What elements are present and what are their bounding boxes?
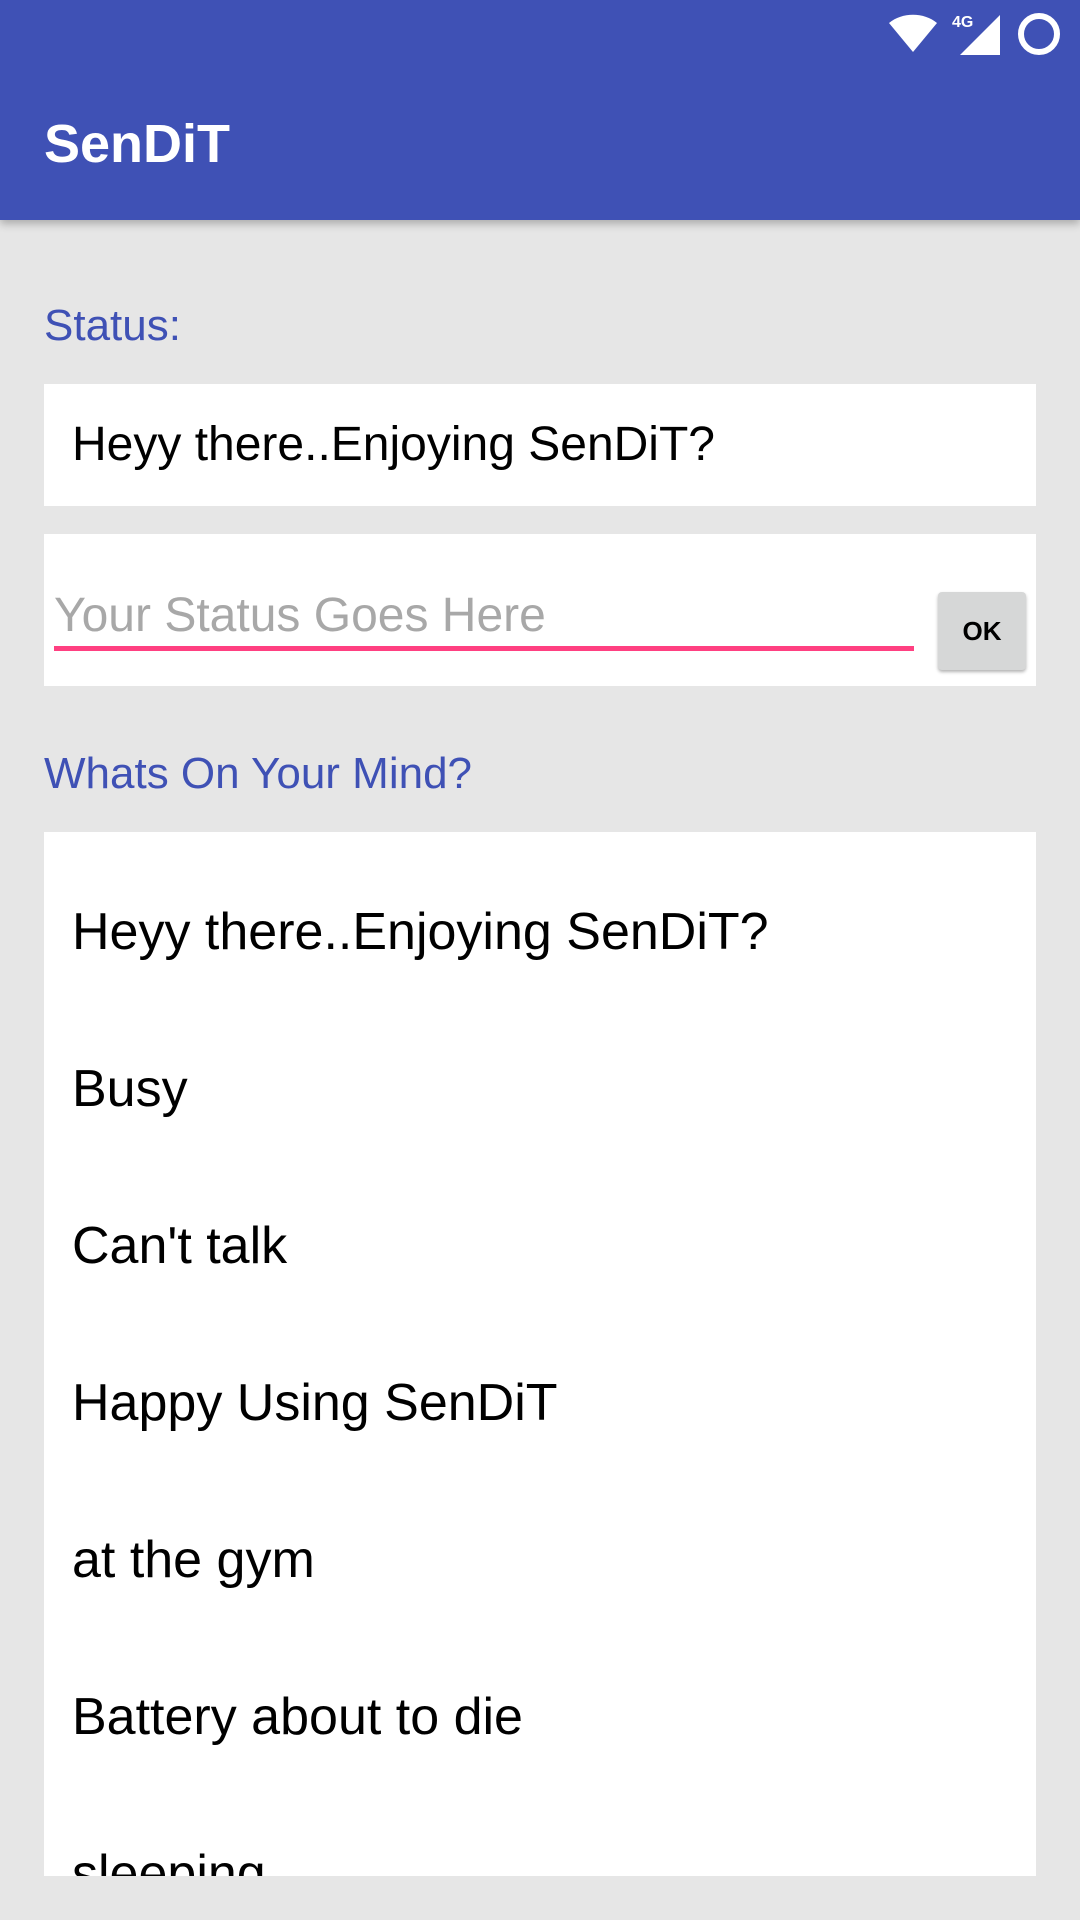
list-item-label: Heyy there..Enjoying SenDiT? [72, 903, 769, 961]
status-input[interactable] [54, 584, 914, 651]
list-item[interactable]: Busy [44, 1011, 1036, 1168]
wifi-icon [889, 14, 937, 52]
battery-icon [1018, 13, 1060, 55]
list-item-label: sleeping [72, 1845, 266, 1876]
list-item-label: Busy [72, 1060, 188, 1118]
status-bar: 4G [0, 0, 1080, 66]
list-item-label: at the gym [72, 1531, 315, 1589]
list-item[interactable]: Can't talk [44, 1168, 1036, 1325]
list-item[interactable]: sleeping [44, 1796, 1036, 1876]
ok-button[interactable]: OK [938, 592, 1026, 670]
mind-label: Whats On Your Mind? [44, 749, 473, 798]
list-item-label: Happy Using SenDiT [72, 1374, 558, 1432]
status-edit-card: OK [44, 534, 1036, 686]
list-item[interactable]: Heyy there..Enjoying SenDiT? [44, 854, 1036, 1011]
list-item[interactable]: at the gym [44, 1482, 1036, 1639]
list-item-label: Battery about to die [72, 1688, 523, 1746]
list-item[interactable]: Battery about to die [44, 1639, 1036, 1796]
cellular-4g-icon: 4G [952, 14, 1000, 55]
network-type-label: 4G [952, 14, 973, 31]
app-title: SenDiT [44, 114, 231, 174]
current-status-card: Heyy there..Enjoying SenDiT? [44, 384, 1036, 506]
status-suggestion-list: Heyy there..Enjoying SenDiT? Busy Can't … [44, 832, 1036, 1876]
status-bar-icons: 4G [888, 10, 1062, 58]
list-item-label: Can't talk [72, 1217, 288, 1275]
status-label: Status: [44, 301, 181, 350]
app-bar: 4G SenDiT [0, 0, 1080, 220]
current-status-text: Heyy there..Enjoying SenDiT? [72, 418, 715, 471]
list-item[interactable]: Happy Using SenDiT [44, 1325, 1036, 1482]
